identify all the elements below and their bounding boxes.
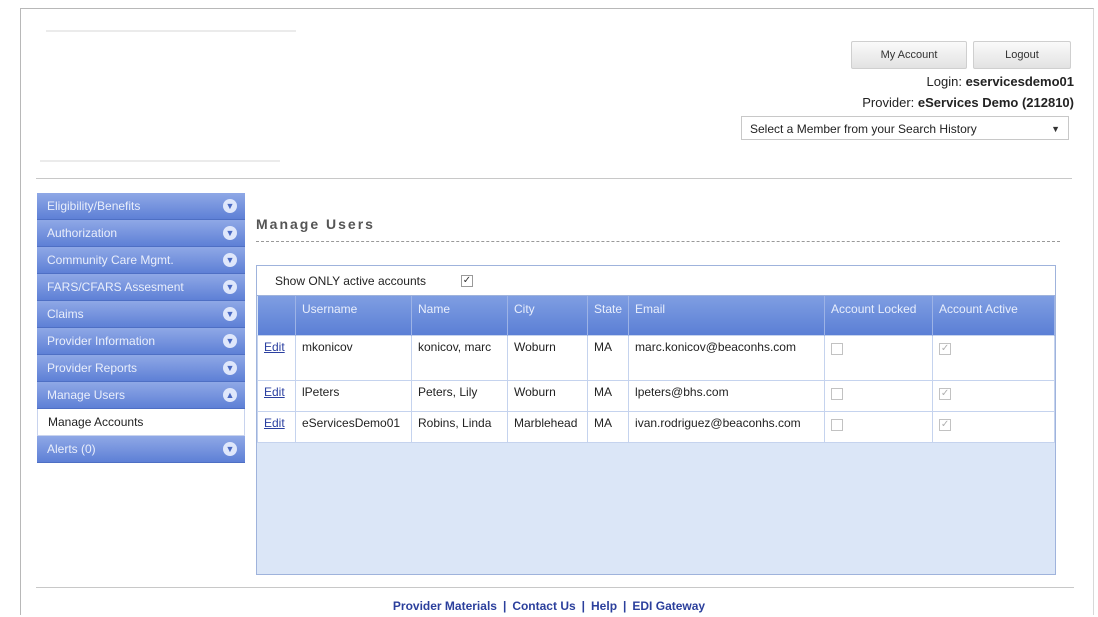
member-history-select[interactable]: Select a Member from your Search History…	[741, 116, 1069, 140]
footer-separator: |	[502, 599, 507, 613]
sidebar-item-alerts[interactable]: Alerts (0) ▼	[37, 436, 245, 463]
sidebar: Eligibility/Benefits ▼ Authorization ▼ C…	[37, 193, 245, 463]
table-row: Edit eServicesDemo01 Robins, Linda Marbl…	[257, 410, 1055, 443]
dropdown-arrow-icon: ▼	[1051, 124, 1060, 134]
faint-header-text	[46, 30, 296, 32]
column-header-name[interactable]: Name	[411, 296, 508, 335]
sidebar-item-community-care[interactable]: Community Care Mgmt. ▼	[37, 247, 245, 274]
table-row: Edit lPeters Peters, Lily Woburn MA lpet…	[257, 379, 1055, 412]
users-panel: Show ONLY active accounts ✓ Username Nam…	[256, 265, 1056, 575]
users-table: Username Name City State Email Account L…	[257, 296, 1055, 443]
cell-name: Robins, Linda	[411, 410, 508, 443]
account-locked-checkbox	[831, 418, 844, 431]
active-filter-checkbox[interactable]: ✓	[461, 275, 473, 287]
sidebar-item-label: Eligibility/Benefits	[47, 199, 141, 213]
table-header-row: Username Name City State Email Account L…	[257, 296, 1055, 335]
my-account-button[interactable]: My Account	[851, 41, 967, 69]
footer-link-edi-gateway[interactable]: EDI Gateway	[632, 599, 705, 613]
cell-state: MA	[586, 334, 630, 381]
footer-separator: |	[581, 599, 586, 613]
account-active-checkbox: ✓	[939, 418, 952, 431]
cell-username: eServicesDemo01	[295, 410, 412, 443]
cell-email: ivan.rodriguez@beaconhs.com	[628, 410, 826, 443]
cell-email: marc.konicov@beaconhs.com	[628, 334, 826, 381]
chevron-down-icon: ▼	[223, 442, 237, 456]
sidebar-item-provider-reports[interactable]: Provider Reports ▼	[37, 355, 245, 382]
column-header-username[interactable]: Username	[295, 296, 412, 335]
login-prefix: Login:	[926, 74, 962, 89]
account-active-checkbox: ✓	[939, 387, 952, 400]
chevron-down-icon: ▼	[223, 307, 237, 321]
sidebar-item-eligibility-benefits[interactable]: Eligibility/Benefits ▼	[37, 193, 245, 220]
sidebar-item-manage-users[interactable]: Manage Users ▲	[37, 382, 245, 409]
provider-prefix: Provider:	[862, 95, 915, 110]
footer-separator: |	[623, 599, 627, 613]
active-filter-label: Show ONLY active accounts	[275, 274, 426, 288]
cell-state: MA	[586, 410, 630, 443]
chevron-down-icon: ▼	[223, 334, 237, 348]
column-header-edit	[257, 296, 296, 335]
sidebar-item-provider-information[interactable]: Provider Information ▼	[37, 328, 245, 355]
cell-email: lpeters@bhs.com	[628, 379, 826, 412]
cell-username: lPeters	[295, 379, 412, 412]
chevron-down-icon: ▼	[223, 361, 237, 375]
title-divider	[256, 241, 1060, 242]
account-locked-checkbox	[831, 342, 844, 355]
cell-city: Marblehead	[507, 410, 588, 443]
page-title: Manage Users	[256, 216, 375, 232]
chevron-down-icon: ▼	[223, 280, 237, 294]
sidebar-item-label: Community Care Mgmt.	[47, 253, 174, 267]
login-info: Login: eservicesdemo01	[927, 74, 1074, 89]
sidebar-item-label: Manage Users	[47, 388, 126, 402]
cell-username: mkonicov	[295, 334, 412, 381]
column-header-account-locked[interactable]: Account Locked	[824, 296, 934, 335]
column-header-account-active[interactable]: Account Active	[932, 296, 1055, 335]
chevron-down-icon: ▼	[223, 226, 237, 240]
footer-link-help[interactable]: Help	[591, 599, 617, 613]
cell-name: Peters, Lily	[411, 379, 508, 412]
provider-info: Provider: eServices Demo (212810)	[862, 95, 1074, 110]
cell-city: Woburn	[507, 379, 588, 412]
sidebar-item-label: Authorization	[47, 226, 118, 240]
edit-link[interactable]: Edit	[264, 385, 285, 399]
table-row: Edit mkonicov konicov, marc Woburn MA ma…	[257, 334, 1055, 381]
footer-links: Provider Materials | Contact Us | Help | EDI G…	[0, 599, 1098, 613]
edit-link[interactable]: Edit	[264, 416, 285, 430]
edit-link[interactable]: Edit	[264, 340, 285, 354]
footer-link-provider-materials[interactable]: Provider Materials	[393, 599, 497, 613]
chevron-down-icon: ▼	[223, 199, 237, 213]
cell-name: konicov, marc	[411, 334, 508, 381]
sidebar-item-label: Provider Reports	[47, 361, 138, 375]
chevron-down-icon: ▼	[223, 253, 237, 267]
sidebar-item-authorization[interactable]: Authorization ▼	[37, 220, 245, 247]
column-header-state[interactable]: State	[587, 296, 630, 335]
sidebar-item-label: Alerts (0)	[47, 442, 96, 456]
footer-divider	[36, 587, 1074, 588]
member-select-value: Select a Member from your Search History	[750, 122, 977, 136]
account-locked-checkbox	[831, 387, 844, 400]
provider-value: eServices Demo (212810)	[917, 95, 1074, 110]
cell-state: MA	[586, 379, 630, 412]
sidebar-item-label: Provider Information	[47, 334, 156, 348]
sidebar-item-claims[interactable]: Claims ▼	[37, 301, 245, 328]
header-divider	[36, 178, 1072, 179]
sidebar-subitem-manage-accounts[interactable]: Manage Accounts	[37, 409, 245, 436]
login-value: eservicesdemo01	[965, 74, 1074, 89]
cell-city: Woburn	[507, 334, 588, 381]
column-header-city[interactable]: City	[507, 296, 588, 335]
footer-link-contact-us[interactable]: Contact Us	[512, 599, 575, 613]
sidebar-item-label: FARS/CFARS Assesment	[47, 280, 184, 294]
faint-breadcrumb	[40, 160, 280, 162]
column-header-email[interactable]: Email	[628, 296, 826, 335]
active-filter-row: Show ONLY active accounts ✓	[257, 266, 1055, 296]
sidebar-item-label: Claims	[47, 307, 84, 321]
sidebar-item-fars-cfars[interactable]: FARS/CFARS Assesment ▼	[37, 274, 245, 301]
chevron-up-icon: ▲	[223, 388, 237, 402]
account-active-checkbox: ✓	[939, 342, 952, 355]
logout-button[interactable]: Logout	[973, 41, 1071, 69]
